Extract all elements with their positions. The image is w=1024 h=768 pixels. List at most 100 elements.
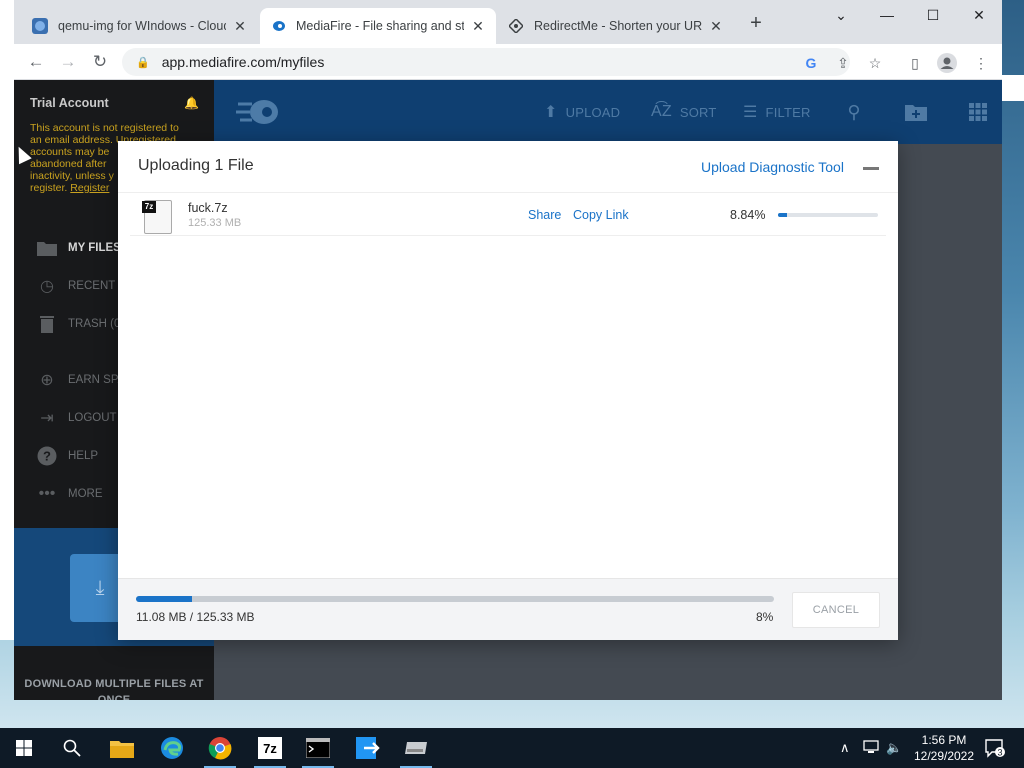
clock[interactable]: 1:56 PM 12/29/2022 (912, 732, 976, 764)
share-icon[interactable]: ⇪ (832, 52, 854, 74)
upload-label: UPLOAD (565, 104, 621, 120)
upload-dialog-footer: 11.08 MB / 125.33 MB 8% CANCEL (118, 578, 898, 640)
windows-start-icon[interactable] (0, 728, 48, 768)
tab-title: MediaFire - File sharing and stor (296, 19, 464, 33)
sidebar-item-label: RECENT F (68, 280, 126, 292)
close-tab-icon[interactable]: ✕ (232, 18, 248, 35)
account-title: Trial Account (30, 96, 109, 110)
search-icon[interactable] (48, 728, 96, 768)
sidebar-item-more[interactable]: ••• MORE (36, 483, 103, 505)
notification-count: 3 (997, 748, 1002, 758)
filter-icon: ☰ (743, 104, 758, 121)
register-link[interactable]: Register (70, 182, 109, 194)
mediafire-topbar: ⬆ UPLOAD A͡Z SORT ☰ FILTER ⚲ (214, 80, 1002, 144)
filter-label: FILTER (765, 104, 811, 120)
svg-text:?: ? (43, 449, 51, 464)
trash-icon (36, 314, 58, 334)
total-progress-bar (136, 596, 774, 602)
forward-arrow-icon[interactable]: → (56, 50, 80, 74)
file-progress-fill (778, 213, 787, 217)
upload-button[interactable]: ⬆ UPLOAD (544, 102, 620, 122)
sidebar-item-label: EARN SPA (68, 374, 126, 386)
folder-icon (36, 238, 58, 258)
tab-redirectme[interactable]: RedirectMe - Shorten your URL f ✕ (498, 8, 734, 44)
close-tab-icon[interactable]: ✕ (470, 18, 486, 35)
file-name: fuck.7z (188, 201, 228, 215)
grid-view-icon[interactable] (966, 100, 990, 124)
cancel-button[interactable]: CANCEL (792, 592, 880, 628)
logout-icon: ⇥ (40, 410, 54, 427)
sidebar-item-my-files[interactable]: MY FILES (36, 237, 121, 259)
sort-button[interactable]: A͡Z SORT (651, 102, 717, 122)
filter-button[interactable]: ☰ FILTER (743, 102, 811, 122)
tab-mediafire[interactable]: MediaFire - File sharing and stor ✕ (260, 8, 496, 44)
background-window-edge-right (1002, 75, 1024, 101)
profile-avatar-icon[interactable] (936, 52, 958, 74)
google-translate-icon[interactable]: G (800, 52, 822, 74)
upload-icon: ⬆ (544, 104, 558, 121)
upload-dialog: Uploading 1 File Upload Diagnostic Tool … (118, 141, 898, 640)
search-icon[interactable]: ⚲ (842, 100, 866, 124)
warning-line: register. (30, 182, 68, 194)
sort-label: SORT (679, 104, 717, 120)
notification-center-icon[interactable]: 3 (984, 738, 1006, 761)
tray-chevron-up-icon[interactable]: ∧ (840, 740, 850, 756)
download-promo-text: DOWNLOAD MULTIPLE FILES AT ONCE (24, 678, 204, 700)
edge-browser-icon[interactable] (148, 728, 196, 768)
sidebar-item-logout[interactable]: ⇥ LOGOUT (36, 407, 117, 429)
side-panel-icon[interactable]: ▯ (904, 52, 926, 74)
new-tab-button[interactable]: + (744, 12, 768, 35)
redirectme-favicon-icon (508, 18, 524, 34)
sort-az-icon: A͡Z (651, 103, 672, 120)
new-folder-icon[interactable] (904, 100, 928, 124)
upload-diagnostic-link[interactable]: Upload Diagnostic Tool (701, 159, 844, 175)
address-url: app.mediafire.com/myfiles (161, 54, 325, 70)
sidebar-item-label: LOGOUT (68, 412, 117, 424)
close-tab-icon[interactable]: ✕ (708, 18, 724, 35)
back-arrow-icon[interactable]: ← (24, 50, 48, 74)
mediafire-favicon-icon (270, 18, 286, 34)
sidebar-item-label: TRASH (0 (68, 318, 121, 330)
tab-qemu-img[interactable]: qemu-img for WIndows - Cloudb ✕ (22, 8, 258, 44)
file-size: 125.33 MB (188, 217, 242, 229)
disk-drive-icon[interactable] (392, 728, 440, 768)
svg-text:7z: 7z (263, 741, 277, 756)
share-link[interactable]: Share (528, 208, 561, 222)
total-percent: 8% (756, 610, 774, 624)
sidebar-item-earn-space[interactable]: ⊕ EARN SPA (36, 369, 125, 391)
browser-menu-icon[interactable]: ⋮ (970, 52, 992, 74)
bookmark-star-icon[interactable]: ☆ (864, 52, 886, 74)
maximize-button[interactable]: ☐ (910, 0, 956, 30)
sidebar-item-help[interactable]: ? HELP (36, 445, 98, 467)
network-icon[interactable] (863, 740, 879, 757)
tab-title: qemu-img for WIndows - Cloudb (58, 19, 226, 33)
upload-dialog-title: Uploading 1 File (138, 157, 254, 174)
sidebar-item-recent-files[interactable]: ◷ RECENT F (36, 275, 125, 297)
terminal-icon[interactable] (294, 728, 342, 768)
total-size: 11.08 MB / 125.33 MB (136, 610, 255, 624)
volume-icon[interactable]: 🔈 (886, 740, 902, 756)
plus-circle-icon: ⊕ (40, 372, 54, 389)
copy-link[interactable]: Copy Link (573, 208, 629, 222)
mediafire-logo-icon[interactable] (236, 98, 278, 126)
7zip-icon[interactable]: 7z (246, 728, 294, 768)
minimize-dialog-icon[interactable] (863, 167, 879, 170)
sidebar-item-trash[interactable]: TRASH (0 (36, 313, 120, 335)
upload-dialog-header: Uploading 1 File Upload Diagnostic Tool (118, 141, 898, 193)
tab-search-chevron-icon[interactable]: ⌄ (818, 0, 864, 30)
total-progress-fill (136, 596, 193, 602)
upload-file-row: 7z fuck.7z 125.33 MB Share Copy Link 8.8… (130, 194, 886, 236)
reload-icon[interactable]: ↻ (88, 50, 112, 74)
bell-icon[interactable]: 🔔 (184, 96, 199, 110)
clock-time: 1:56 PM (921, 733, 967, 747)
minimize-button[interactable]: — (864, 0, 910, 30)
file-explorer-icon[interactable] (98, 728, 146, 768)
chrome-browser-icon[interactable] (196, 728, 244, 768)
file-transfer-icon[interactable] (344, 728, 392, 768)
tab-title: RedirectMe - Shorten your URL f (534, 19, 702, 33)
address-bar[interactable]: 🔒 app.mediafire.com/myfiles (122, 48, 850, 76)
close-window-button[interactable]: ✕ (956, 0, 1002, 30)
sidebar-item-label: HELP (68, 450, 99, 462)
cloudbase-favicon-icon (32, 18, 48, 34)
browser-toolbar: ← → ↻ 🔒 app.mediafire.com/myfiles G ⇪ ☆ … (14, 44, 1002, 80)
